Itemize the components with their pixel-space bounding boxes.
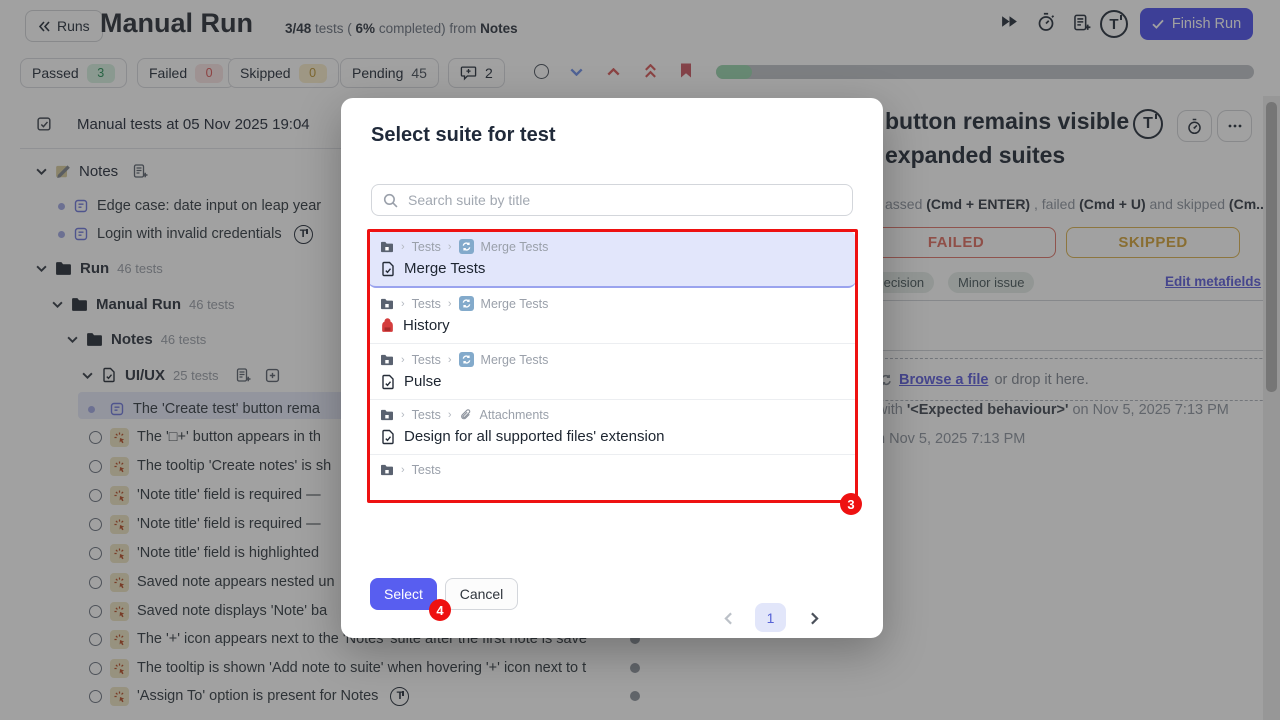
root-folder-icon — [380, 464, 394, 476]
merge-suite-icon — [459, 352, 474, 367]
file-check-icon — [380, 429, 396, 445]
modal-title: Select suite for test — [371, 124, 556, 147]
suite-breadcrumb: ›Tests› Merge Tests — [380, 352, 844, 367]
root-folder-icon — [380, 241, 394, 253]
merge-suite-icon — [459, 239, 474, 254]
suite-breadcrumb: ›Tests — [380, 463, 844, 477]
paperclip-icon — [459, 408, 473, 422]
suite-list: ›Tests› Merge Tests Merge Tests ›Tests› … — [368, 231, 856, 497]
suite-option-selected[interactable]: ›Tests› Merge Tests Merge Tests — [368, 231, 856, 288]
root-folder-icon — [380, 354, 394, 366]
file-check-icon — [380, 374, 396, 390]
suite-option[interactable]: ›Tests — [368, 455, 856, 497]
select-button[interactable]: Select — [370, 578, 437, 610]
suite-breadcrumb: ›Tests› Merge Tests — [380, 239, 844, 254]
root-folder-icon — [380, 298, 394, 310]
suite-title: Merge Tests — [380, 260, 844, 286]
suite-search-input[interactable] — [406, 191, 841, 209]
suite-search-box[interactable] — [371, 184, 853, 216]
merge-suite-icon — [459, 296, 474, 311]
suite-breadcrumb: ›Tests› Attachments — [380, 408, 844, 422]
suite-title: Pulse — [380, 373, 844, 399]
root-folder-icon — [380, 409, 394, 421]
app-window: Runs Manual Run 3/48 tests ( 6% complete… — [0, 0, 1280, 720]
search-icon — [383, 193, 398, 208]
pagination-page-1[interactable]: 1 — [755, 603, 786, 632]
suite-option[interactable]: ›Tests› Attachments Design for all suppo… — [368, 400, 856, 455]
suite-title: History — [380, 317, 844, 343]
suite-title: Design for all supported files' extensio… — [380, 428, 844, 454]
annotation-step-4: 4 — [429, 599, 451, 621]
pagination-prev-button[interactable] — [721, 605, 735, 631]
suite-option[interactable]: ›Tests› Merge Tests History — [368, 288, 856, 344]
suite-option[interactable]: ›Tests› Merge Tests Pulse — [368, 344, 856, 400]
pagination-next-button[interactable] — [807, 605, 821, 631]
select-suite-modal: Select suite for test ›Tests› Merge Test… — [341, 98, 883, 638]
cancel-button[interactable]: Cancel — [445, 578, 518, 610]
file-check-icon — [380, 261, 396, 277]
annotation-step-3: 3 — [840, 493, 862, 515]
suite-breadcrumb: ›Tests› Merge Tests — [380, 296, 844, 311]
backpack-icon — [380, 318, 395, 333]
